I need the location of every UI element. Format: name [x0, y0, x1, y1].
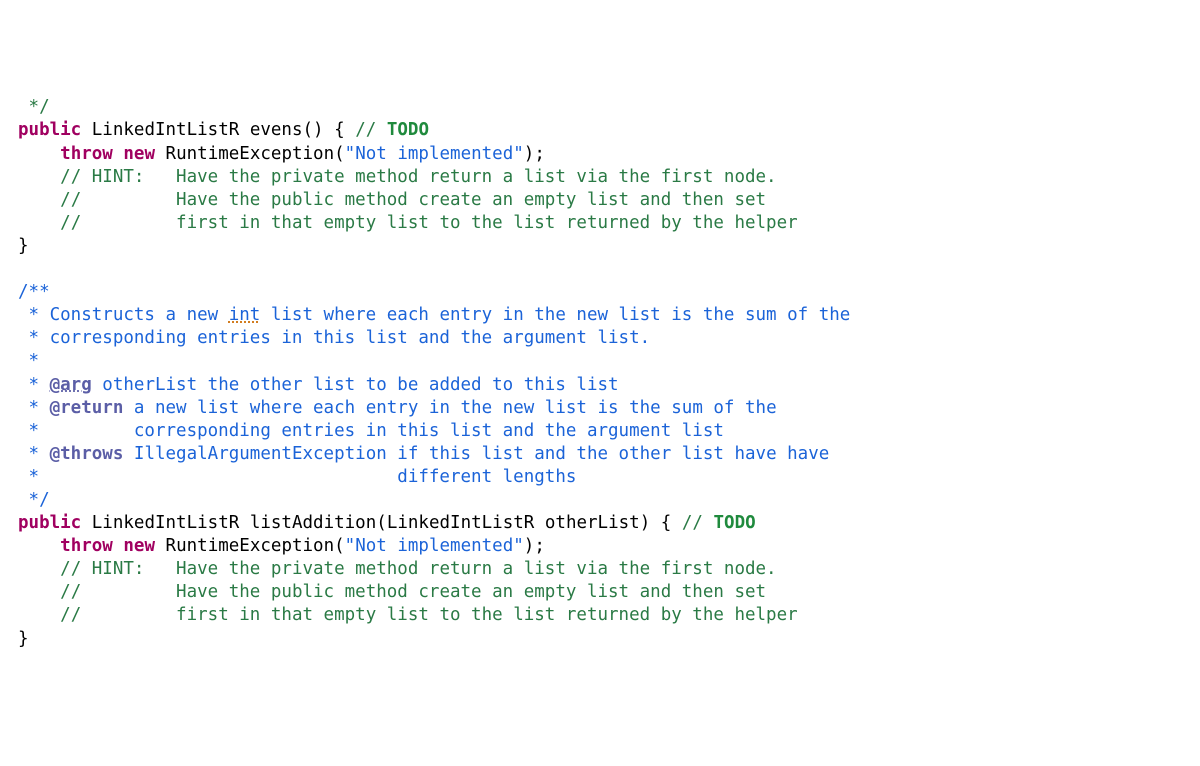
javadoc-line2: * corresponding entries in this list and…	[18, 328, 650, 348]
exception-type-2: RuntimeException	[166, 536, 335, 556]
hint-line-3b: // first in that empty list to the list …	[60, 605, 798, 625]
brace-open-2: {	[661, 513, 672, 533]
javadoc-line1a: * Constructs a new	[18, 305, 229, 325]
javadoc-line8: * different lengths	[18, 467, 576, 487]
javadoc-star7: *	[18, 444, 50, 464]
paren-close: )	[524, 144, 535, 164]
javadoc-close: */	[18, 490, 50, 510]
string-literal-2: "Not implemented"	[345, 536, 524, 556]
semicolon-2: ;	[534, 536, 545, 556]
param-name: otherList	[545, 513, 640, 533]
hint-line-2: // Have the public method create an empt…	[60, 190, 766, 210]
javadoc-open: /**	[18, 282, 50, 302]
todo-tag-2: TODO	[714, 513, 756, 533]
hint-line-2b: // Have the public method create an empt…	[60, 582, 766, 602]
comment-slashes-2: //	[682, 513, 703, 533]
param-type: LinkedIntListR	[387, 513, 535, 533]
method-name-listaddition: listAddition	[250, 513, 376, 533]
paren-close-3: )	[524, 536, 535, 556]
paren-open-2: (	[376, 513, 387, 533]
method-name-evens: evens	[250, 120, 303, 140]
javadoc-line3: *	[18, 351, 39, 371]
code-block: */ public LinkedIntListR evens() { // TO…	[0, 92, 1200, 650]
keyword-public-2: public	[18, 513, 81, 533]
return-type: LinkedIntListR	[92, 120, 240, 140]
javadoc-throws-text: IllegalArgumentException if this list an…	[123, 444, 829, 464]
keyword-public: public	[18, 120, 81, 140]
comment-end-top: */	[18, 97, 50, 117]
return-type-2: LinkedIntListR	[92, 513, 240, 533]
hint-line-1: // HINT: Have the private method return …	[60, 167, 776, 187]
keyword-new: new	[123, 144, 155, 164]
comment-slashes: //	[355, 120, 376, 140]
todo-tag: TODO	[387, 120, 429, 140]
hint-line-3: // first in that empty list to the list …	[60, 213, 798, 233]
javadoc-throws-tag: @throws	[50, 444, 124, 464]
brace-open: {	[334, 120, 345, 140]
semicolon: ;	[534, 144, 545, 164]
brace-close: }	[18, 236, 29, 256]
string-literal: "Not implemented"	[345, 144, 524, 164]
paren: ()	[303, 120, 324, 140]
javadoc-arg-text: otherList the other list to be added to …	[92, 375, 619, 395]
paren-close-2: )	[640, 513, 651, 533]
javadoc-return-text: a new list where each entry in the new l…	[123, 398, 776, 418]
exception-type: RuntimeException	[166, 144, 335, 164]
keyword-throw: throw	[60, 144, 113, 164]
paren-open-3: (	[334, 536, 345, 556]
javadoc-return-tag: @return	[50, 398, 124, 418]
javadoc-star5: *	[18, 398, 50, 418]
hint-line-1b: // HINT: Have the private method return …	[60, 559, 776, 579]
brace-close-2: }	[18, 629, 29, 649]
keyword-throw-2: throw	[60, 536, 113, 556]
javadoc-arg-tag: @arg	[50, 375, 92, 395]
javadoc-star4: *	[18, 375, 50, 395]
paren-open: (	[334, 144, 345, 164]
javadoc-line6: * corresponding entries in this list and…	[18, 421, 724, 441]
keyword-new-2: new	[123, 536, 155, 556]
javadoc-line1b: list where each entry in the new list is…	[260, 305, 850, 325]
javadoc-word-int: int	[229, 305, 261, 325]
